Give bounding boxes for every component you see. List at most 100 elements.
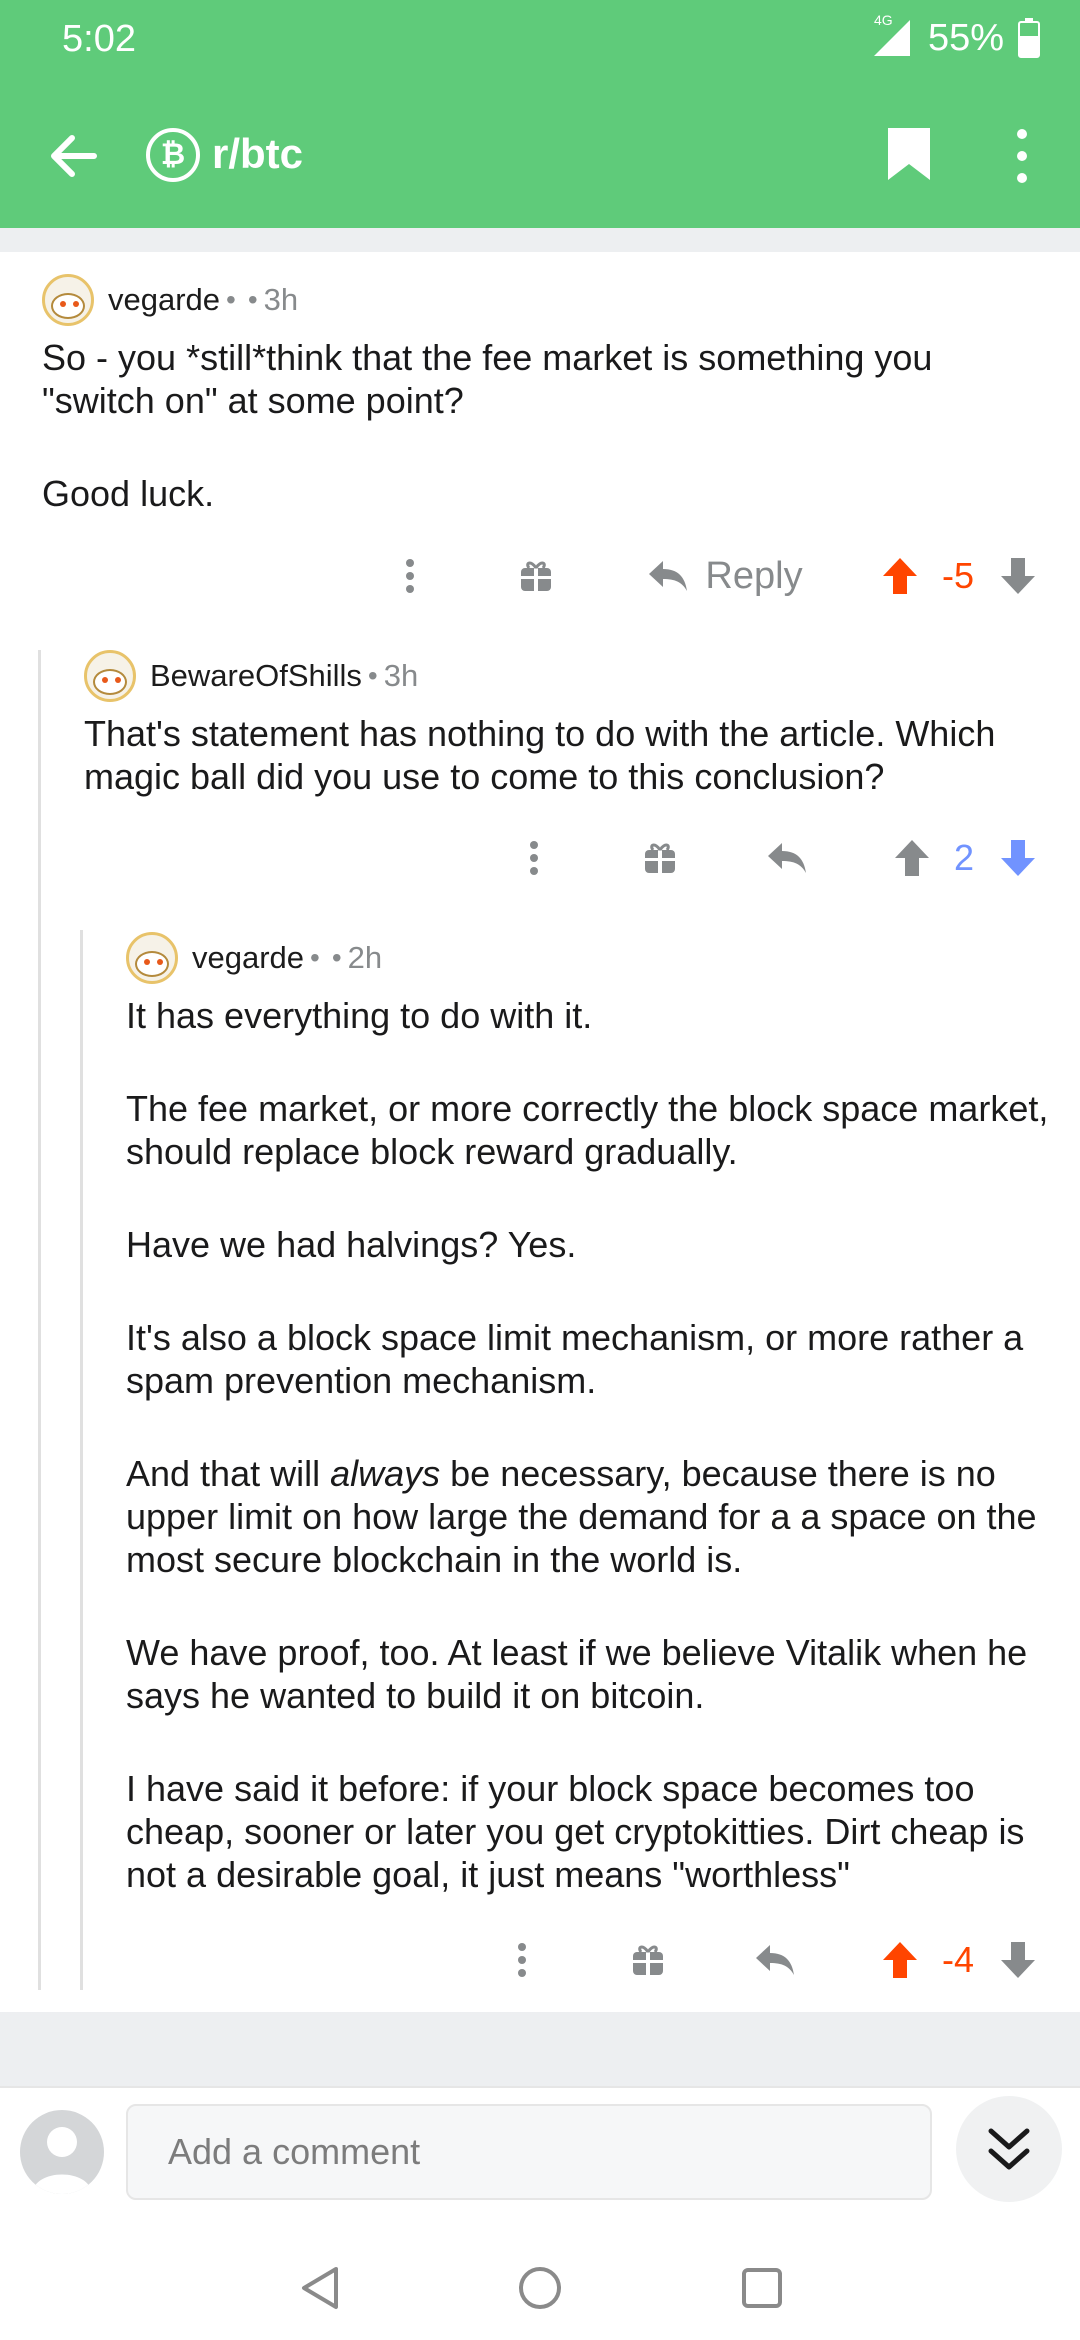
- comment-actions: Reply -5: [0, 546, 1080, 606]
- vote-score: -5: [941, 555, 974, 596]
- downvote-icon: [1001, 558, 1035, 594]
- system-nav-bar: [0, 2236, 1080, 2340]
- status-time: 5:02: [62, 18, 136, 60]
- back-arrow-icon: [51, 135, 97, 177]
- comment-author[interactable]: vegarde: [108, 282, 220, 318]
- meta-separator: •: [247, 284, 258, 315]
- comment: BewareOfShills • 3h That's statement has…: [84, 650, 1044, 798]
- nav-recents-button[interactable]: [730, 2256, 794, 2320]
- comment-body: That's statement has nothing to do with …: [84, 712, 1044, 798]
- more-vertical-icon: [518, 1943, 526, 1977]
- bookmark-icon: [888, 128, 930, 180]
- meta-separator: •: [367, 660, 378, 691]
- thread-line: [80, 930, 83, 1990]
- nav-back-icon: [302, 2267, 338, 2309]
- flair-dot: •: [310, 942, 320, 973]
- downvote-button[interactable]: [996, 828, 1040, 888]
- subreddit-name[interactable]: r/btc: [212, 130, 303, 178]
- user-icon: [32, 2127, 92, 2194]
- upvote-button[interactable]: [878, 546, 922, 606]
- comment-author[interactable]: BewareOfShills: [150, 658, 362, 694]
- award-button[interactable]: [516, 546, 556, 606]
- comment-paragraph: So - you *still*think that the fee marke…: [42, 337, 933, 421]
- comment-body: It has everything to do with it. The fee…: [126, 994, 1066, 1896]
- comment-paragraph: It has everything to do with it.: [126, 995, 593, 1036]
- avatar[interactable]: [42, 274, 94, 326]
- more-vertical-icon: [1017, 129, 1027, 183]
- comment-more-button[interactable]: [390, 546, 430, 606]
- upvote-button[interactable]: [890, 828, 934, 888]
- comment-author[interactable]: vegarde: [192, 940, 304, 976]
- gift-icon: [521, 561, 551, 591]
- battery-icon: [1018, 18, 1040, 58]
- gift-icon: [633, 1945, 663, 1975]
- status-right: 4G 55%: [866, 12, 1040, 60]
- meta-separator: •: [331, 942, 342, 973]
- comment-meta: BewareOfShills • 3h: [84, 650, 1044, 702]
- vote-score: 2: [953, 837, 975, 878]
- network-type: 4G: [873, 12, 893, 28]
- app-header: 5:02 4G 55% ₿ r/btc: [0, 0, 1080, 228]
- downvote-button[interactable]: [996, 546, 1040, 606]
- flair-dot: •: [226, 284, 236, 315]
- more-vertical-icon: [530, 841, 538, 875]
- comment-age: 2h: [347, 940, 383, 975]
- avatar[interactable]: [84, 650, 136, 702]
- comment-more-button[interactable]: [502, 1930, 542, 1990]
- bookmark-button[interactable]: [884, 124, 934, 184]
- comment-paragraph: The fee market, or more correctly the bl…: [126, 1088, 1049, 1172]
- comment-paragraph: That's statement has nothing to do with …: [84, 713, 996, 797]
- nav-back-button[interactable]: [288, 2256, 352, 2320]
- nav-home-icon: [519, 2267, 561, 2309]
- vote-score: -4: [941, 1939, 974, 1980]
- upvote-icon: [883, 558, 917, 594]
- award-button[interactable]: [628, 1930, 668, 1990]
- comment-paragraph: We have proof, too. At least if we belie…: [126, 1632, 1028, 1716]
- reply-icon: [756, 1945, 794, 1975]
- bitcoin-icon[interactable]: ₿: [146, 128, 200, 182]
- avatar[interactable]: [126, 932, 178, 984]
- nav-recents-icon: [742, 2268, 782, 2308]
- comment-meta: vegarde • • 2h: [126, 932, 1066, 984]
- comment-paragraph: It's also a block space limit mechanism,…: [126, 1317, 1024, 1401]
- comment-paragraph: Good luck.: [42, 473, 215, 514]
- more-options-button[interactable]: [1004, 124, 1040, 188]
- award-button[interactable]: [640, 828, 680, 888]
- back-button[interactable]: [44, 126, 104, 186]
- comment-age: 3h: [263, 282, 299, 317]
- signal-icon: 4G: [866, 12, 914, 60]
- comment-actions: 2: [0, 828, 1080, 888]
- comment: vegarde • • 3h So - you *still*think tha…: [42, 274, 1052, 515]
- comment-meta: vegarde • • 3h: [42, 274, 1052, 326]
- jump-to-next-button[interactable]: [956, 2096, 1062, 2202]
- status-bar: 5:02 4G 55%: [0, 0, 1080, 80]
- toolbar: ₿ r/btc: [0, 110, 1080, 200]
- downvote-button[interactable]: [996, 1930, 1040, 1990]
- upvote-icon: [895, 840, 929, 876]
- text-run: And that will: [126, 1453, 331, 1494]
- battery-percent: 55%: [927, 16, 1004, 59]
- reply-icon: [649, 561, 688, 591]
- comment-paragraph: I have said it before: if your block spa…: [126, 1768, 1025, 1895]
- list-end-band: [0, 2012, 1080, 2086]
- reply-button[interactable]: Reply: [640, 546, 810, 606]
- comment-paragraph: And that will always be necessary, becau…: [126, 1452, 1066, 1581]
- more-vertical-icon: [406, 559, 414, 593]
- header-divider: [0, 228, 1080, 252]
- comment-age: 3h: [383, 658, 419, 693]
- gift-icon: [645, 843, 675, 873]
- comment-body: So - you *still*think that the fee marke…: [42, 336, 1052, 515]
- upvote-button[interactable]: [878, 1930, 922, 1990]
- reply-button[interactable]: [764, 828, 810, 888]
- nav-home-button[interactable]: [508, 2256, 572, 2320]
- user-avatar[interactable]: [20, 2110, 104, 2194]
- comment-actions: -4: [0, 1930, 1080, 1990]
- comment: vegarde • • 2h It has everything to do w…: [126, 932, 1066, 1896]
- upvote-icon: [883, 1942, 917, 1978]
- add-comment-input[interactable]: Add a comment: [126, 2104, 932, 2200]
- comment-composer: Add a comment: [0, 2086, 1080, 2236]
- reply-icon: [768, 843, 806, 873]
- comment-more-button[interactable]: [514, 828, 554, 888]
- downvote-icon: [1001, 1942, 1035, 1978]
- reply-button[interactable]: [752, 1930, 798, 1990]
